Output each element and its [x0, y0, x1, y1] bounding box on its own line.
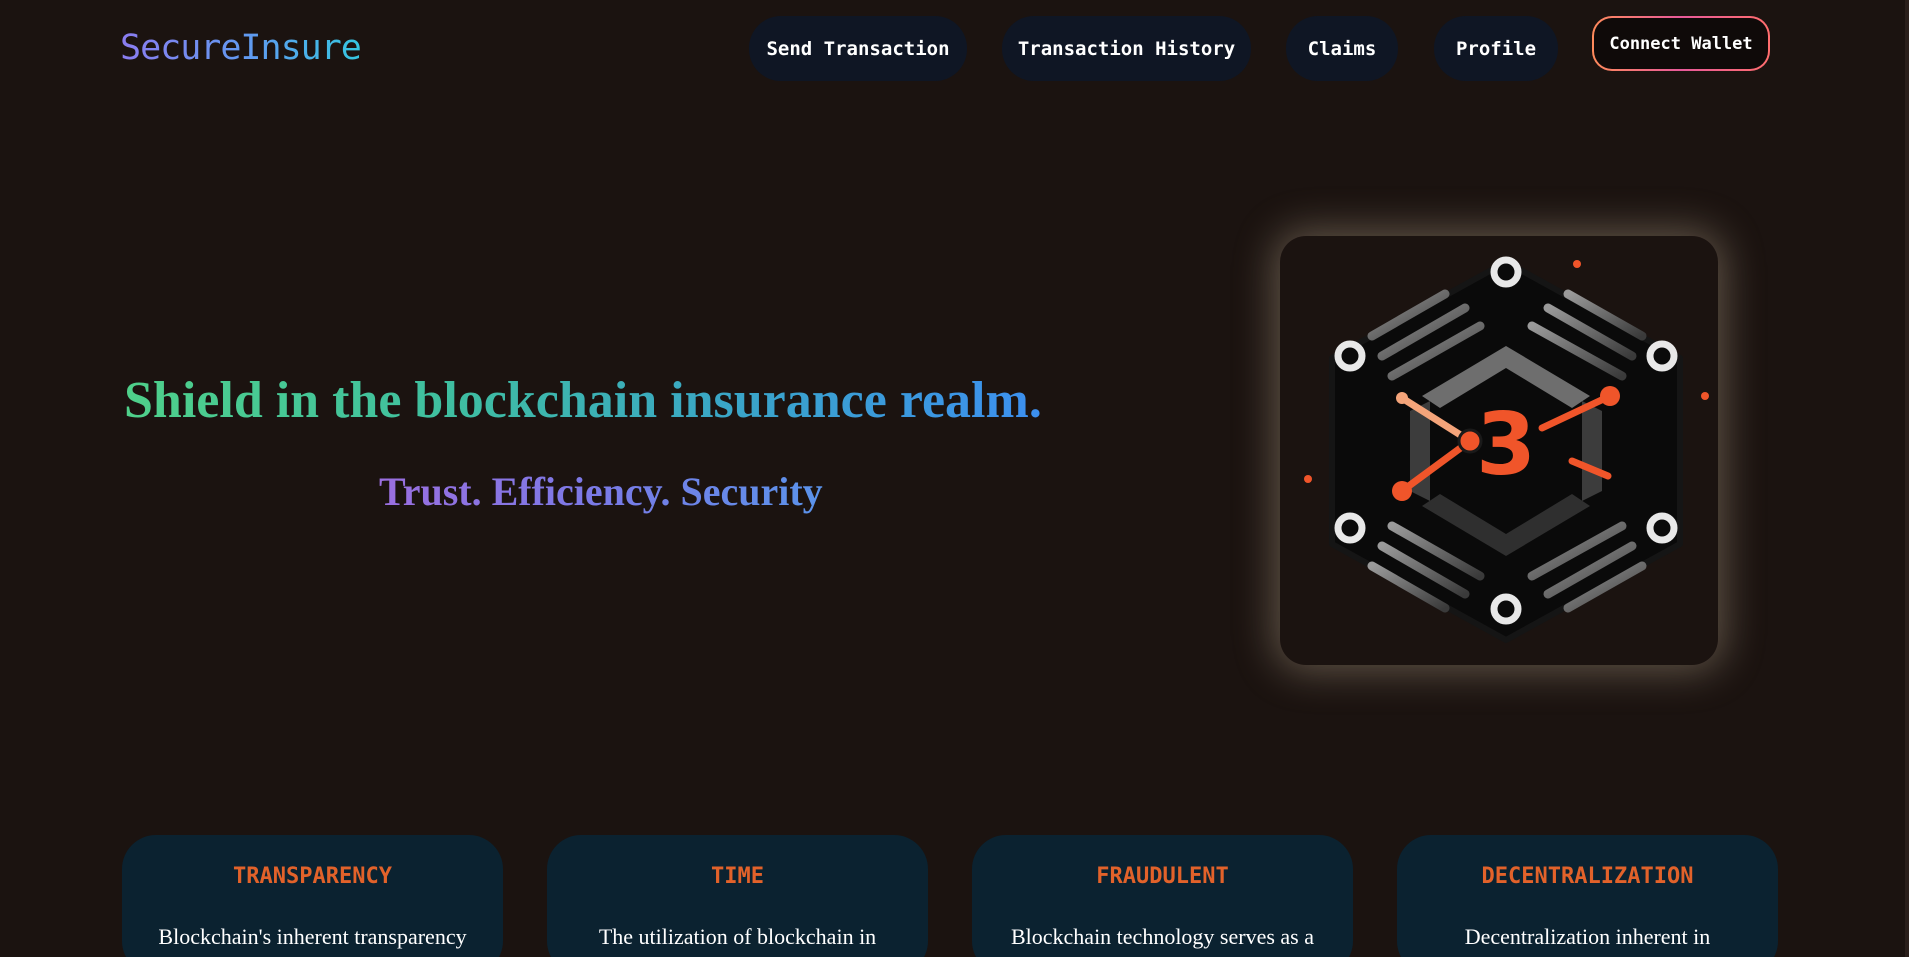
feature-text: The utilization of blockchain in	[598, 924, 877, 949]
connect-wallet-button[interactable]: Connect Wallet	[1592, 16, 1770, 71]
feature-text: Blockchain's inherent transparency	[158, 924, 467, 949]
feature-title: DECENTRALIZATION	[1481, 864, 1694, 889]
feature-title: FRAUDULENT	[1096, 864, 1229, 889]
transaction-history-button[interactable]: Transaction History	[1002, 16, 1251, 81]
claims-button[interactable]: Claims	[1286, 16, 1398, 81]
connect-wallet-label: Connect Wallet	[1594, 18, 1768, 69]
feature-card-transparency: TRANSPARENCY Blockchain's inherent trans…	[122, 835, 503, 957]
feature-title: TIME	[711, 864, 764, 889]
profile-button[interactable]: Profile	[1434, 16, 1558, 81]
feature-title: TRANSPARENCY	[233, 864, 392, 889]
hero-title: Shield in the blockchain insurance realm…	[124, 369, 1042, 433]
send-transaction-button[interactable]: Send Transaction	[749, 16, 967, 81]
feature-card-fraudulent: FRAUDULENT Blockchain technology serves …	[972, 835, 1353, 957]
hexagon-blockchain-b-logo-icon: 3	[1304, 256, 1709, 643]
scrollbar[interactable]	[1905, 0, 1909, 957]
hero-subtitle: Trust. Efficiency. Security	[379, 466, 823, 518]
feature-text: Decentralization inherent in	[1464, 924, 1711, 949]
brand-logo-text[interactable]: SecureInsure	[120, 26, 362, 70]
hero-logo-card: 3	[1280, 236, 1718, 665]
feature-text: Blockchain technology serves as a	[1010, 924, 1314, 949]
feature-card-decentralization: DECENTRALIZATION Decentralization inhere…	[1397, 835, 1778, 957]
feature-card-time: TIME The utilization of blockchain in	[547, 835, 928, 957]
svg-text:3: 3	[1476, 395, 1536, 495]
